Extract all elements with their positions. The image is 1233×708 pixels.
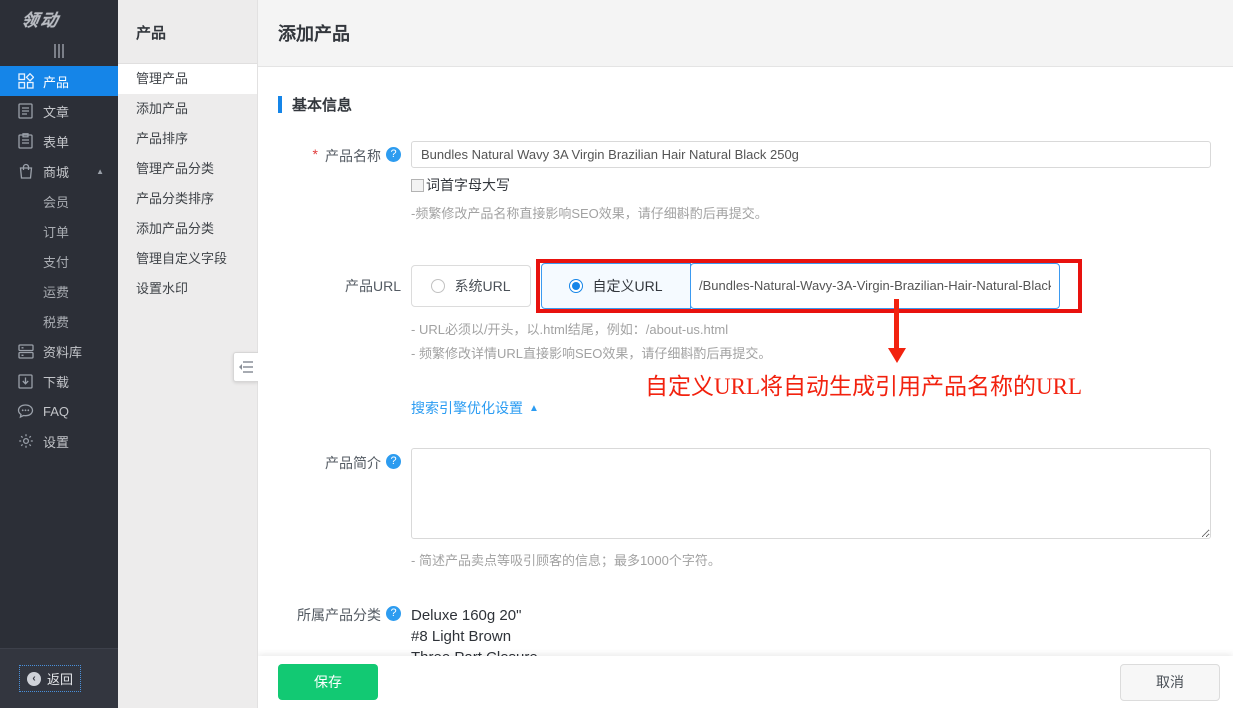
sidebar-item-products[interactable]: 产品 — [0, 66, 118, 96]
product-url-label: 产品URL — [278, 262, 411, 418]
custom-url-radio[interactable] — [569, 279, 583, 293]
submenu-item[interactable]: 产品排序 — [118, 124, 257, 154]
sidebar-item-shipping[interactable]: 运费 — [0, 276, 118, 306]
sidebar-item-label: FAQ — [43, 404, 69, 419]
primary-nav: 产品文章表单商城 ▲ 会员订单支付运费税费资料库下载 FAQ 设置 — [0, 66, 118, 456]
sidebar-item-label: 支付 — [43, 252, 69, 271]
submenu-item[interactable]: 添加产品 — [118, 94, 257, 124]
app-logo: 领动 — [0, 0, 118, 36]
url-hint-2: - 频繁修改详情URL直接影响SEO效果，请仔细斟酌后再提交。 — [411, 343, 1233, 362]
sidebar-item-settings[interactable]: 设置 — [0, 426, 118, 456]
custom-url-input[interactable] — [690, 263, 1060, 309]
cancel-button[interactable]: 取消 — [1120, 664, 1220, 701]
sidebar-item-label: 税费 — [43, 312, 69, 331]
product-summary-label: 产品简介 ? — [278, 448, 411, 569]
row-product-summary: 产品简介 ? - 简述产品卖点等吸引顾客的信息；最多1000个字符。 — [278, 448, 1233, 569]
sidebar-item-label: 产品 — [43, 72, 69, 91]
grid-icon — [17, 73, 34, 90]
category-value: Deluxe 160g 20" — [411, 605, 1233, 626]
sidebar-item-label: 表单 — [43, 132, 69, 151]
sidebar-item-download[interactable]: 下载 — [0, 366, 118, 396]
capitalize-checkbox-row: 词首字母大写 — [411, 175, 1233, 195]
main-panel: 添加产品 基本信息 * 产品名称 ? 词首字母大写 — [258, 0, 1233, 708]
product-summary-textarea[interactable] — [411, 448, 1211, 539]
seo-settings-link[interactable]: 搜索引擎优化设置 ▲ — [411, 398, 539, 418]
bag-icon — [17, 163, 34, 180]
sidebar-footer: ‹ 返回 — [0, 648, 118, 708]
url-option-group: 系统URL 自定义URL — [411, 262, 1233, 309]
system-url-option[interactable]: 系统URL — [411, 265, 531, 307]
help-icon[interactable]: ? — [386, 454, 401, 469]
product-name-hint: -频繁修改产品名称直接影响SEO效果，请仔细斟酌后再提交。 — [411, 203, 1233, 222]
submenu-item[interactable]: 添加产品分类 — [118, 214, 257, 244]
save-button[interactable]: 保存 — [278, 664, 378, 700]
primary-sidebar: 领动 产品文章表单商城 ▲ 会员订单支付运费税费资料库下载 FAQ 设置 ‹ 返回 — [0, 0, 118, 708]
product-name-input[interactable] — [411, 141, 1211, 168]
download-icon — [17, 373, 34, 390]
sidebar-item-label: 文章 — [43, 102, 69, 121]
summary-hint: - 简述产品卖点等吸引顾客的信息；最多1000个字符。 — [411, 550, 1233, 569]
sidebar-item-label: 设置 — [43, 432, 69, 451]
submenu-item[interactable]: 管理自定义字段 — [118, 244, 257, 274]
submenu-item[interactable]: 产品分类排序 — [118, 184, 257, 214]
faq-icon — [17, 403, 34, 420]
page-title: 添加产品 — [278, 20, 350, 46]
page-header: 添加产品 — [258, 0, 1233, 67]
sidebar-item-label: 商城 — [43, 162, 69, 181]
back-arrow-icon: ‹ — [27, 672, 41, 686]
submenu-item[interactable]: 管理产品分类 — [118, 154, 257, 184]
sidebar-item-library[interactable]: 资料库 — [0, 336, 118, 366]
gear-icon — [17, 433, 34, 450]
sidebar-item-label: 资料库 — [43, 342, 82, 361]
sidebar-item-label: 会员 — [43, 192, 69, 211]
sidebar-item-tax[interactable]: 税费 — [0, 306, 118, 336]
sidebar-item-articles[interactable]: 文章 — [0, 96, 118, 126]
back-label: 返回 — [47, 669, 73, 688]
submenu-list: 管理产品添加产品产品排序管理产品分类产品分类排序添加产品分类管理自定义字段设置水… — [118, 63, 257, 304]
sidebar-item-payment[interactable]: 支付 — [0, 246, 118, 276]
chevron-up-icon: ▲ — [529, 403, 539, 414]
help-icon[interactable]: ? — [386, 147, 401, 162]
article-icon — [17, 103, 34, 120]
submenu-title: 产品 — [118, 0, 257, 63]
custom-url-group: 自定义URL — [541, 263, 1060, 309]
row-product-name: * 产品名称 ? 词首字母大写 -频繁修改产品名称直接影响SEO效果，请仔细斟酌… — [278, 141, 1233, 222]
url-hint-1: - URL必须以/开头，以.html结尾，例如：/about-us.html — [411, 319, 1233, 338]
section-accent-bar — [278, 96, 282, 113]
sidebar-item-forms[interactable]: 表单 — [0, 126, 118, 156]
library-icon — [17, 343, 34, 360]
app-window: 领动 产品文章表单商城 ▲ 会员订单支付运费税费资料库下载 FAQ 设置 ‹ 返回 产品… — [0, 0, 1233, 708]
required-asterisk: * — [313, 146, 318, 162]
system-url-radio[interactable] — [431, 279, 445, 293]
sidebar-collapse-handle-icon[interactable] — [0, 36, 118, 66]
section-basic-info: 基本信息 — [278, 94, 1233, 115]
sidebar-item-mall[interactable]: 商城 ▲ — [0, 156, 118, 186]
category-value: #8 Light Brown — [411, 626, 1233, 647]
submenu-item[interactable]: 管理产品 — [118, 64, 257, 94]
collapse-panel-icon — [239, 361, 254, 373]
chevron-up-icon: ▲ — [96, 167, 104, 176]
row-product-url: 产品URL 系统URL 自定义URL — [278, 262, 1233, 418]
custom-url-option[interactable]: 自定义URL — [541, 263, 691, 309]
capitalize-checkbox[interactable] — [411, 179, 424, 192]
product-name-label: * 产品名称 ? — [278, 141, 411, 222]
submenu-item[interactable]: 设置水印 — [118, 274, 257, 304]
capitalize-checkbox-label: 词首字母大写 — [426, 175, 510, 195]
section-title: 基本信息 — [292, 94, 352, 115]
sidebar-item-orders[interactable]: 订单 — [0, 216, 118, 246]
form-icon — [17, 133, 34, 150]
form-action-bar: 保存 取消 — [258, 656, 1233, 708]
sidebar-item-members[interactable]: 会员 — [0, 186, 118, 216]
form-content: 基本信息 * 产品名称 ? 词首字母大写 -频繁修改产品名称直接影响SEO效果，… — [258, 67, 1233, 689]
sidebar-item-faq[interactable]: FAQ — [0, 396, 118, 426]
sidebar-item-label: 订单 — [43, 222, 69, 241]
sidebar-item-label: 下载 — [43, 372, 69, 391]
secondary-sidebar: 产品 管理产品添加产品产品排序管理产品分类产品分类排序添加产品分类管理自定义字段… — [118, 0, 258, 708]
sidebar-item-label: 运费 — [43, 282, 69, 301]
help-icon[interactable]: ? — [386, 606, 401, 621]
back-button[interactable]: ‹ 返回 — [20, 666, 80, 691]
panel-collapse-button[interactable] — [233, 352, 258, 382]
